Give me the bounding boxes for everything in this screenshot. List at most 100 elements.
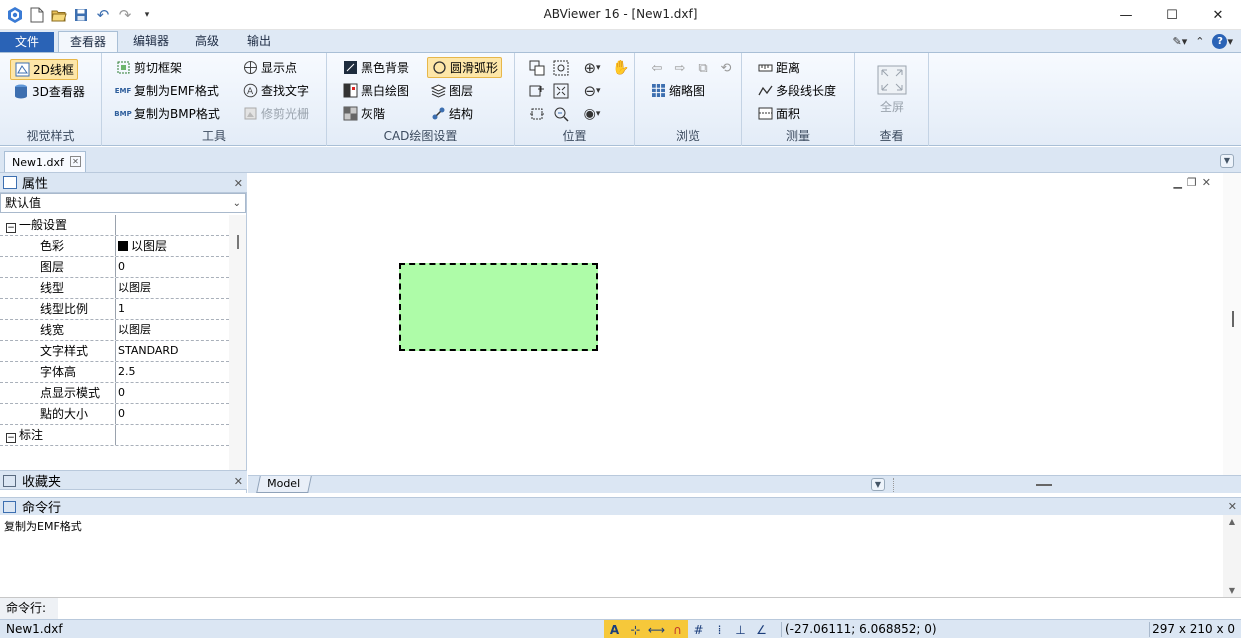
canvas-vertical-scrollbar[interactable] <box>1223 173 1241 475</box>
clip-frame-icon <box>115 60 131 76</box>
btn-black-white-drawing[interactable]: 黑白绘图 <box>339 80 412 101</box>
text-snap-icon[interactable]: A <box>604 620 625 638</box>
btn-distance[interactable]: 距离 <box>754 57 803 78</box>
tab-model[interactable]: Model <box>256 476 312 493</box>
canvas-restore-icon[interactable]: ❐ <box>1187 176 1197 189</box>
pan-hand-icon[interactable]: ✋ <box>611 58 631 78</box>
property-row[interactable]: 图层 0 <box>0 257 229 278</box>
btn-show-points[interactable]: 显示点 <box>239 57 300 78</box>
target-point-icon <box>242 60 258 76</box>
btn-smooth-arcs[interactable]: 圆滑弧形 <box>427 57 503 78</box>
btn-fullscreen[interactable]: 全屏 <box>867 65 917 117</box>
tab-list-dropdown-icon[interactable]: ▼ <box>1220 154 1234 168</box>
osnap-icon[interactable]: ⊹ <box>625 620 646 638</box>
btn-2d-wireframe[interactable]: 2D线框 <box>10 59 78 80</box>
rotate-view-icon[interactable]: ◉ ▾ <box>577 104 607 124</box>
zoom-in-icon[interactable]: ⊕ ▾ <box>577 58 607 78</box>
properties-object-select[interactable]: 默认值 ⌄ <box>0 193 246 213</box>
command-output-scrollbar[interactable]: ▲ ▼ <box>1223 515 1241 597</box>
document-tab[interactable]: New1.dxf ✕ <box>4 151 86 172</box>
btn-thumbnail[interactable]: 缩略图 <box>647 80 708 101</box>
command-input[interactable] <box>58 598 1241 619</box>
property-row[interactable]: 线型 以图层 <box>0 278 229 299</box>
tab-output[interactable]: 输出 <box>234 31 284 52</box>
zoom-out-icon[interactable]: ⊖ ▾ <box>577 81 607 101</box>
property-row[interactable]: 线宽 以图层 <box>0 320 229 341</box>
layout-list-dropdown-icon[interactable]: ▼ <box>871 478 885 491</box>
fit-to-window-icon[interactable] <box>551 81 571 101</box>
btn-copy-bmp[interactable]: BMP 复制为BMP格式 <box>112 103 223 124</box>
properties-panel: 属性 ✕ 默认值 ⌄ − 一般设置 色彩 以图层 图层 0 线型 以图层 线型比例… <box>0 173 247 493</box>
collapse-icon[interactable]: − <box>6 223 16 233</box>
group-cad-settings: 黑色背景 黑白绘图 灰階 圆滑弧形 图层 结构 CAD绘图设置 <box>327 53 515 146</box>
btn-3d-viewer[interactable]: 3D查看器 <box>10 81 88 102</box>
collapse-ribbon-icon[interactable]: ⌃ <box>1195 35 1204 48</box>
collapse-icon[interactable]: − <box>6 433 16 443</box>
btn-layers[interactable]: 图层 <box>427 80 476 101</box>
btn-find-text[interactable]: A 查找文字 <box>239 80 312 101</box>
tab-editor[interactable]: 编辑器 <box>122 31 180 52</box>
drawing-canvas[interactable]: ▁ ❐ ✕ <box>248 173 1241 475</box>
tab-file[interactable]: 文件 <box>0 32 54 52</box>
splitter[interactable] <box>893 478 894 492</box>
btn-copy-emf[interactable]: EMF 复制为EMF格式 <box>112 80 222 101</box>
canvas-close-icon[interactable]: ✕ <box>1202 176 1211 189</box>
group-label-position: 位置 <box>562 129 587 143</box>
btn-trim-raster[interactable]: 修剪光栅 <box>239 103 312 124</box>
scroll-up-icon[interactable]: ▲ <box>1223 517 1241 526</box>
black-white-icon <box>342 83 358 99</box>
zoom-window-icon[interactable] <box>527 58 547 78</box>
property-row[interactable]: 字体高 2.5 <box>0 362 229 383</box>
canvas-minimize-icon[interactable]: ▁ <box>1173 176 1181 189</box>
close-favorites-icon[interactable]: ✕ <box>234 475 243 488</box>
group-label-browse: 浏览 <box>675 129 700 143</box>
property-row[interactable]: 點的大小 0 <box>0 404 229 425</box>
btn-grayscale[interactable]: 灰階 <box>339 103 388 124</box>
minimize-button[interactable]: — <box>1103 0 1149 30</box>
property-row[interactable]: 点显示模式 0 <box>0 383 229 404</box>
property-row[interactable]: 色彩 以图层 <box>0 236 229 257</box>
zoom-extents-icon[interactable] <box>527 104 547 124</box>
polar-tracking-icon[interactable]: ∠ <box>751 620 772 638</box>
window-title: ABViewer 16 - [New1.dxf] <box>543 7 698 21</box>
zoom-previous-icon[interactable] <box>527 81 547 101</box>
fullscreen-icon <box>877 65 907 95</box>
properties-scrollbar[interactable] <box>229 215 246 477</box>
category-annotation[interactable]: − 标注 <box>0 425 229 446</box>
back-arrow-icon[interactable]: ⇦ <box>647 58 667 78</box>
tab-viewer[interactable]: 查看器 <box>58 31 118 52</box>
zoom-realtime-icon[interactable] <box>551 104 571 124</box>
close-properties-icon[interactable]: ✕ <box>234 177 243 190</box>
category-general[interactable]: − 一般设置 <box>0 215 229 236</box>
refresh-icon[interactable]: ⟲ <box>716 58 736 78</box>
close-command-line-icon[interactable]: ✕ <box>1228 500 1237 513</box>
zoom-rect-icon[interactable] <box>551 58 571 78</box>
maximize-button[interactable]: ☐ <box>1149 0 1195 30</box>
drawing-rectangle[interactable] <box>399 263 598 351</box>
close-button[interactable]: ✕ <box>1195 0 1241 30</box>
close-tab-icon[interactable]: ✕ <box>70 156 81 167</box>
scroll-down-icon[interactable]: ▼ <box>1223 586 1241 595</box>
btn-polyline-length[interactable]: 多段线长度 <box>754 80 839 101</box>
btn-clip-frame[interactable]: 剪切框架 <box>112 57 185 78</box>
tab-advanced[interactable]: 高级 <box>184 31 230 52</box>
favorites-header[interactable]: 收藏夹 ✕ <box>0 470 247 490</box>
btn-black-background[interactable]: 黑色背景 <box>339 57 412 78</box>
property-row[interactable]: 文字样式 STANDARD <box>0 341 229 362</box>
export-icon[interactable]: ⧉ <box>693 58 713 78</box>
btn-structure[interactable]: 结构 <box>427 103 476 124</box>
dimension-icon[interactable]: ⟷ <box>646 620 667 638</box>
ortho-icon[interactable]: ⊥ <box>730 620 751 638</box>
grid-icon[interactable]: # <box>688 620 709 638</box>
magnet-icon[interactable]: ∩ <box>667 620 688 638</box>
bmp-icon: BMP <box>114 109 132 118</box>
svg-text:A: A <box>247 87 254 97</box>
cube-3d-icon <box>13 84 29 100</box>
forward-arrow-icon[interactable]: ⇨ <box>670 58 690 78</box>
horizontal-scroll-thumb[interactable] <box>1036 484 1052 486</box>
snap-grid-icon[interactable]: ⁞ <box>709 620 730 638</box>
style-picker-icon[interactable]: ✎▾ <box>1173 35 1188 48</box>
btn-area[interactable]: 面积 <box>754 103 803 124</box>
property-row[interactable]: 线型比例 1 <box>0 299 229 320</box>
help-icon[interactable]: ? ▾ <box>1212 33 1233 49</box>
